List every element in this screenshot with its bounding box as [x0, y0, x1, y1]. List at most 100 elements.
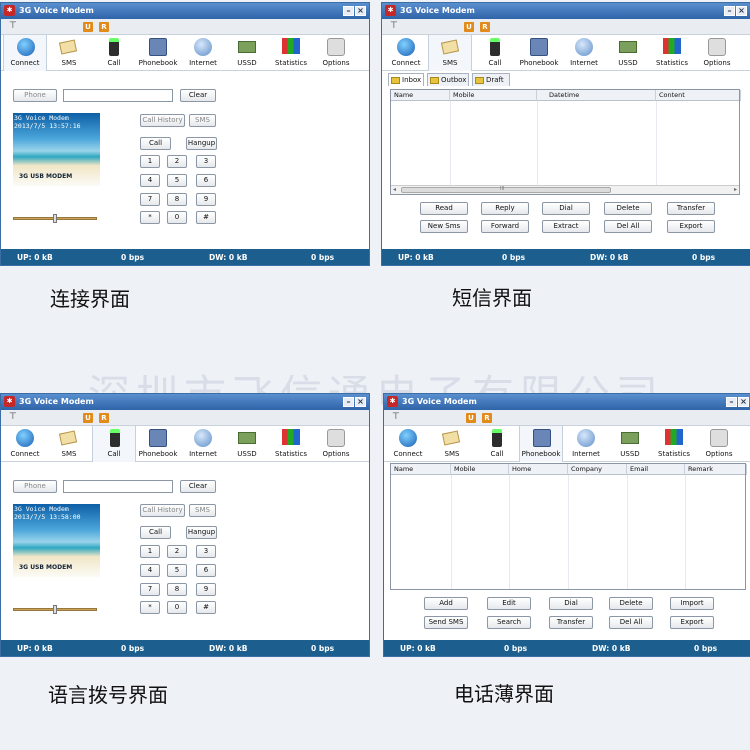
toolbar-call[interactable]: Call: [473, 35, 517, 71]
hangup-button[interactable]: Hangup: [186, 137, 217, 150]
keypad-hash[interactable]: #: [196, 211, 216, 224]
call-history-button[interactable]: Call History: [140, 504, 185, 517]
menu-u-button[interactable]: U: [464, 22, 474, 32]
volume-slider[interactable]: [13, 605, 97, 614]
scroll-left-icon[interactable]: ◂: [393, 186, 396, 193]
toolbar-phonebook[interactable]: Phonebook: [136, 35, 180, 71]
menu-r-button[interactable]: R: [99, 22, 109, 32]
keypad-5[interactable]: 5: [167, 174, 187, 187]
clear-button[interactable]: Clear: [180, 480, 216, 493]
export-button[interactable]: Export: [667, 220, 715, 233]
phone-number-input[interactable]: [63, 89, 173, 102]
transfer-button[interactable]: Transfer: [549, 616, 593, 629]
toolbar-options[interactable]: Options: [314, 35, 358, 71]
toolbar-sms[interactable]: SMS: [428, 35, 472, 71]
send-sms-button[interactable]: Send SMS: [424, 616, 468, 629]
toolbar-connect[interactable]: Connect: [3, 35, 47, 71]
column-company[interactable]: Company: [568, 464, 627, 475]
toolbar-connect[interactable]: Connect: [384, 35, 428, 71]
add-button[interactable]: Add: [424, 597, 468, 610]
keypad-0[interactable]: 0: [167, 601, 187, 614]
toolbar-statistics[interactable]: Statistics: [269, 35, 313, 71]
phone-button[interactable]: Phone: [13, 89, 57, 102]
keypad-5[interactable]: 5: [167, 564, 187, 577]
close-button[interactable]: ×: [736, 6, 747, 16]
toolbar-internet[interactable]: Internet: [181, 426, 225, 462]
toolbar-sms[interactable]: SMS: [47, 35, 91, 71]
toolbar-connect[interactable]: Connect: [3, 426, 47, 462]
column-datetime[interactable]: Datetime: [537, 90, 656, 101]
tab-inbox[interactable]: Inbox: [388, 73, 424, 86]
keypad-3[interactable]: 3: [196, 545, 216, 558]
forward-button[interactable]: Forward: [481, 220, 529, 233]
keypad-7[interactable]: 7: [140, 583, 160, 596]
toolbar-phonebook[interactable]: Phonebook: [519, 426, 563, 462]
search-button[interactable]: Search: [487, 616, 531, 629]
toolbar-statistics[interactable]: Statistics: [650, 35, 694, 71]
toolbar-ussd[interactable]: USSD: [606, 35, 650, 71]
column-email[interactable]: Email: [627, 464, 685, 475]
menu-r-button[interactable]: R: [482, 413, 492, 423]
menu-r-button[interactable]: R: [480, 22, 490, 32]
toolbar-call[interactable]: Call: [475, 426, 519, 462]
minimize-button[interactable]: –: [724, 6, 735, 16]
toolbar-statistics[interactable]: Statistics: [269, 426, 313, 462]
title-bar[interactable]: ✱ 3G Voice Modem – ×: [382, 3, 750, 19]
keypad-star[interactable]: *: [140, 211, 160, 224]
filter-icon[interactable]: ⊤: [9, 412, 17, 422]
tab-outbox[interactable]: Outbox: [427, 73, 469, 86]
hangup-button[interactable]: Hangup: [186, 526, 217, 539]
menu-u-button[interactable]: U: [466, 413, 476, 423]
new-sms-button[interactable]: New Sms: [420, 220, 468, 233]
column-name[interactable]: Name: [391, 464, 451, 475]
keypad-1[interactable]: 1: [140, 155, 160, 168]
keypad-1[interactable]: 1: [140, 545, 160, 558]
scrollbar-thumb[interactable]: III: [401, 186, 611, 193]
toolbar-call[interactable]: Call: [92, 35, 136, 71]
toolbar-phonebook[interactable]: Phonebook: [136, 426, 180, 462]
minimize-button[interactable]: –: [343, 6, 354, 16]
keypad-9[interactable]: 9: [196, 193, 216, 206]
menu-u-button[interactable]: U: [83, 413, 93, 423]
toolbar-options[interactable]: Options: [695, 35, 739, 71]
phone-button[interactable]: Phone: [13, 480, 57, 493]
toolbar-sms[interactable]: SMS: [430, 426, 474, 462]
keypad-8[interactable]: 8: [167, 193, 187, 206]
transfer-button[interactable]: Transfer: [667, 202, 715, 215]
keypad-star[interactable]: *: [140, 601, 160, 614]
delete-button[interactable]: Delete: [609, 597, 653, 610]
column-name[interactable]: Name: [391, 90, 450, 101]
close-button[interactable]: ×: [738, 397, 749, 407]
toolbar-sms[interactable]: SMS: [47, 426, 91, 462]
keypad-6[interactable]: 6: [196, 174, 216, 187]
toolbar-internet[interactable]: Internet: [564, 426, 608, 462]
delete-button[interactable]: Delete: [604, 202, 652, 215]
contacts-table[interactable]: Name Mobile Home Company Email Remark: [390, 463, 747, 590]
minimize-button[interactable]: –: [726, 397, 737, 407]
dial-button[interactable]: Dial: [549, 597, 593, 610]
import-button[interactable]: Import: [670, 597, 714, 610]
reply-button[interactable]: Reply: [481, 202, 529, 215]
toolbar-internet[interactable]: Internet: [562, 35, 606, 71]
keypad-4[interactable]: 4: [140, 564, 160, 577]
toolbar-options[interactable]: Options: [697, 426, 741, 462]
title-bar[interactable]: ✱ 3G Voice Modem – ×: [384, 394, 750, 410]
keypad-7[interactable]: 7: [140, 193, 160, 206]
title-bar[interactable]: ✱ 3G Voice Modem – ×: [1, 3, 369, 19]
slider-knob[interactable]: [53, 605, 57, 614]
keypad-2[interactable]: 2: [167, 545, 187, 558]
filter-icon[interactable]: ⊤: [390, 21, 398, 31]
extract-button[interactable]: Extract: [542, 220, 590, 233]
sms-button[interactable]: SMS: [189, 504, 216, 517]
filter-icon[interactable]: ⊤: [9, 21, 17, 31]
clear-button[interactable]: Clear: [180, 89, 216, 102]
keypad-hash[interactable]: #: [196, 601, 216, 614]
read-button[interactable]: Read: [420, 202, 468, 215]
toolbar-ussd[interactable]: USSD: [225, 35, 269, 71]
sms-button[interactable]: SMS: [189, 114, 216, 127]
minimize-button[interactable]: –: [343, 397, 354, 407]
column-home[interactable]: Home: [509, 464, 568, 475]
column-remark[interactable]: Remark: [685, 464, 747, 475]
toolbar-internet[interactable]: Internet: [181, 35, 225, 71]
toolbar-statistics[interactable]: Statistics: [652, 426, 696, 462]
